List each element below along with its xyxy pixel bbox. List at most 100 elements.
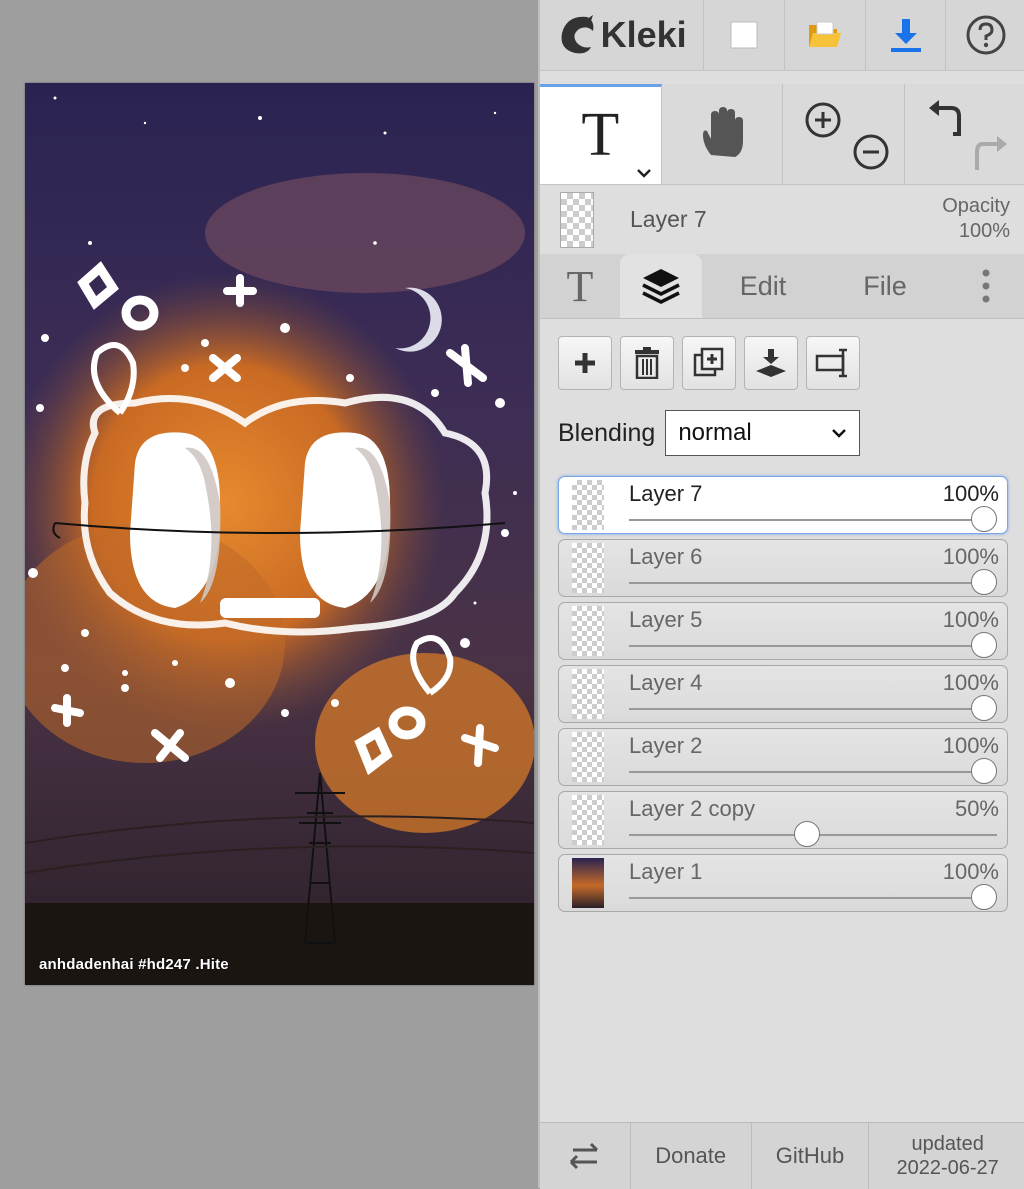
layer-opacity: 100%	[943, 733, 999, 759]
blending-row: Blending normal	[558, 410, 860, 456]
zoom-buttons	[783, 84, 905, 184]
layer-name: Layer 6	[629, 544, 702, 570]
layer-opacity: 100%	[943, 670, 999, 696]
undo-redo-buttons	[905, 84, 1024, 184]
layer-thumbnail	[572, 795, 604, 845]
top-toolbar: Kleki	[540, 0, 1024, 71]
layer-name: Layer 4	[629, 670, 702, 696]
layer-opacity-handle[interactable]	[971, 632, 997, 658]
kleki-logo-icon	[557, 13, 597, 57]
current-layer-opacity: Opacity 100%	[942, 194, 1010, 244]
github-link[interactable]: GitHub	[752, 1123, 870, 1189]
layer-opacity: 100%	[943, 481, 999, 507]
swap-arrows-icon	[567, 1140, 603, 1172]
rename-layer-button[interactable]	[806, 336, 860, 390]
layer-name: Layer 2 copy	[629, 796, 755, 822]
updated-info[interactable]: updated 2022-06-27	[869, 1123, 1024, 1189]
layer-row[interactable]: Layer 2 100%	[558, 728, 1008, 786]
layer-row[interactable]: Layer 7 100%	[558, 476, 1008, 534]
updated-date: 2022-06-27	[897, 1156, 999, 1180]
panel-tabs: T Edit File	[540, 254, 1024, 319]
delete-layer-button[interactable]	[620, 336, 674, 390]
opacity-value: 100%	[942, 219, 1010, 244]
layer-name: Layer 2	[629, 733, 702, 759]
zoom-out-icon[interactable]	[855, 136, 887, 168]
layer-opacity-slider[interactable]	[629, 645, 997, 647]
layer-opacity-slider[interactable]	[629, 897, 997, 899]
blending-label: Blending	[558, 419, 655, 448]
new-image-button[interactable]	[704, 0, 785, 70]
layer-thumbnail	[572, 858, 604, 908]
layer-actions	[558, 336, 860, 390]
chevron-down-icon[interactable]	[635, 166, 653, 180]
layer-opacity-slider[interactable]	[629, 519, 997, 521]
text-tool-icon: T	[581, 100, 619, 171]
layer-row[interactable]: Layer 5 100%	[558, 602, 1008, 660]
app-name: Kleki	[601, 14, 687, 56]
drawing-canvas[interactable]: anhdadenhai #hd247 .Hite	[25, 83, 534, 985]
new-image-icon	[729, 20, 759, 50]
hand-tool-button[interactable]	[662, 84, 784, 184]
zoom-in-icon[interactable]	[807, 104, 839, 136]
blending-select[interactable]: normal	[665, 410, 860, 456]
canvas-artwork	[25, 83, 534, 985]
layer-thumbnail	[572, 732, 604, 782]
opacity-label: Opacity	[942, 194, 1010, 219]
rename-layer-icon	[815, 347, 851, 379]
layer-opacity-handle[interactable]	[971, 506, 997, 532]
layer-list: Layer 7100%Layer 6100%Layer 5100%Layer 4…	[558, 476, 1008, 917]
download-icon	[889, 17, 923, 53]
layer-opacity: 100%	[943, 859, 999, 885]
swap-side-button[interactable]	[540, 1123, 631, 1189]
add-layer-button[interactable]	[558, 336, 612, 390]
help-icon	[965, 14, 1007, 56]
layer-opacity-slider[interactable]	[629, 582, 997, 584]
duplicate-layer-icon	[693, 347, 725, 379]
tab-edit[interactable]: Edit	[702, 254, 824, 318]
layer-opacity-handle[interactable]	[971, 758, 997, 784]
app-logo[interactable]: Kleki	[540, 0, 704, 70]
layer-row[interactable]: Layer 4 100%	[558, 665, 1008, 723]
merge-down-icon	[754, 347, 788, 379]
tab-tool-settings[interactable]: T	[540, 254, 620, 318]
blending-value: normal	[678, 419, 751, 447]
delete-layer-icon	[634, 347, 660, 379]
layer-opacity: 50%	[955, 796, 999, 822]
undo-icon[interactable]	[929, 100, 959, 134]
layer-opacity-handle[interactable]	[971, 884, 997, 910]
canvas-workspace[interactable]: anhdadenhai #hd247 .Hite	[0, 0, 538, 1188]
layer-row[interactable]: Layer 6100%	[558, 539, 1008, 597]
merge-down-button[interactable]	[744, 336, 798, 390]
layer-opacity: 100%	[943, 607, 999, 633]
layer-row[interactable]: Layer 1 100%	[558, 854, 1008, 912]
layer-name: Layer 7	[629, 481, 702, 507]
layer-thumbnail	[572, 543, 604, 593]
layer-name: Layer 1	[629, 859, 702, 885]
layer-opacity-handle[interactable]	[971, 569, 997, 595]
text-tool-button[interactable]: T	[540, 84, 662, 184]
hand-tool-icon	[697, 107, 747, 161]
layers-icon	[639, 265, 683, 307]
current-layer-thumbnail	[560, 192, 594, 248]
layer-row[interactable]: Layer 2 copy 50%	[558, 791, 1008, 849]
chevron-down-icon	[831, 427, 847, 439]
donate-link[interactable]: Donate	[631, 1123, 752, 1189]
tab-more[interactable]	[946, 254, 1024, 318]
layer-opacity-handle[interactable]	[794, 821, 820, 847]
layer-opacity-slider[interactable]	[629, 771, 997, 773]
layer-opacity-slider[interactable]	[629, 708, 997, 710]
current-layer-name: Layer 7	[630, 206, 707, 233]
tab-file[interactable]: File	[824, 254, 946, 318]
duplicate-layer-button[interactable]	[682, 336, 736, 390]
add-layer-icon	[573, 351, 597, 375]
redo-icon[interactable]	[977, 136, 1007, 170]
open-file-button[interactable]	[785, 0, 866, 70]
layer-opacity-handle[interactable]	[971, 695, 997, 721]
layer-name: Layer 5	[629, 607, 702, 633]
download-button[interactable]	[866, 0, 947, 70]
current-layer-info: Layer 7 Opacity 100%	[540, 184, 1024, 254]
updated-label: updated	[912, 1132, 984, 1156]
help-button[interactable]	[946, 0, 1024, 70]
zoom-controls	[795, 94, 891, 174]
tab-layers[interactable]	[620, 254, 702, 318]
